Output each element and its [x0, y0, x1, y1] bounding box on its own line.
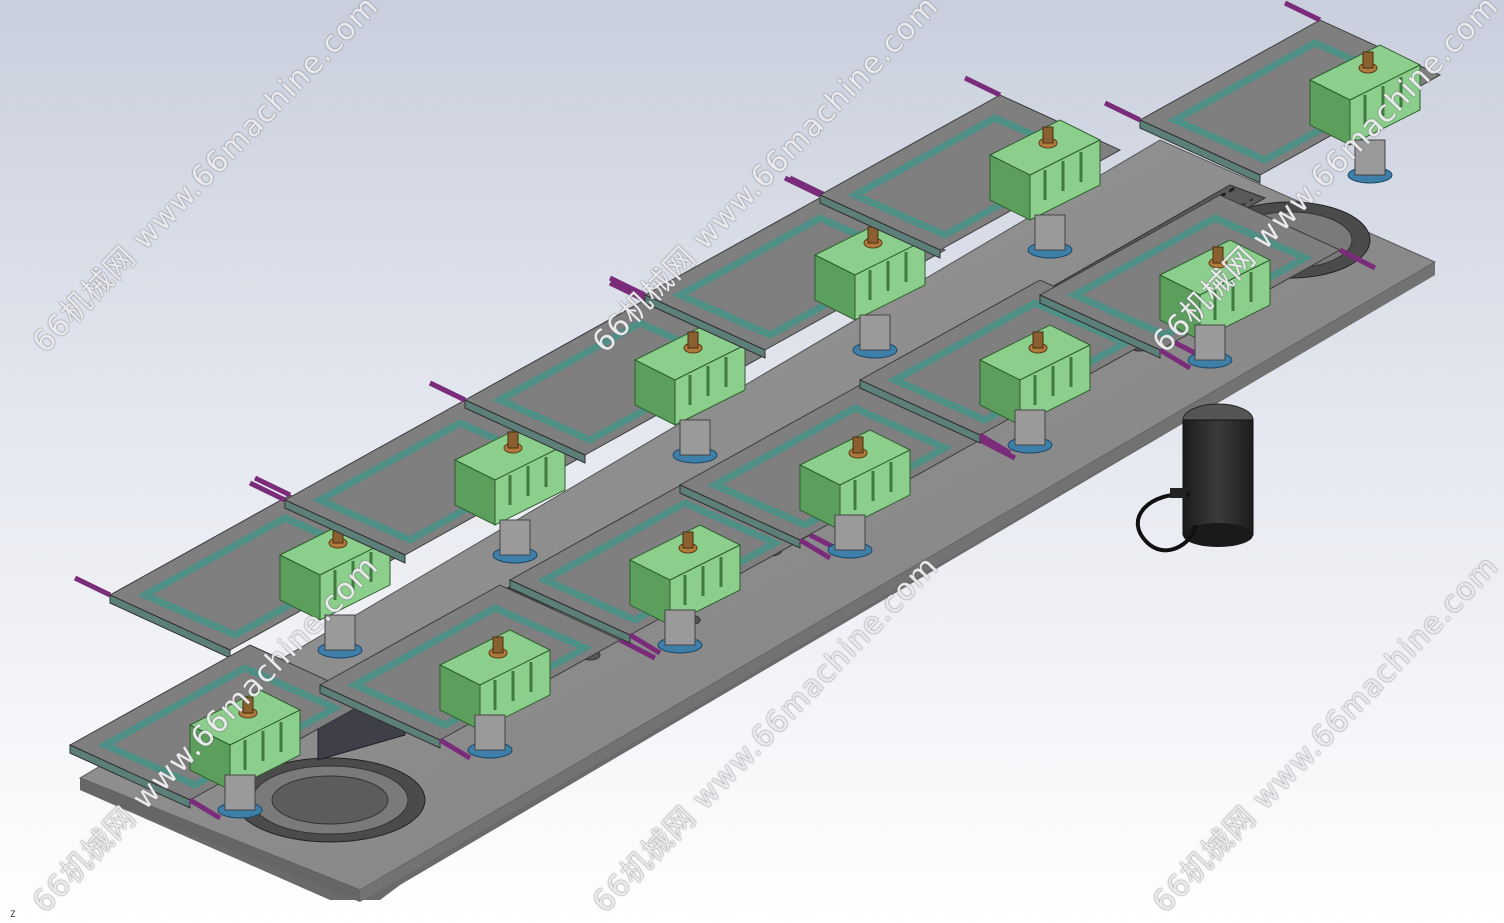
tab-strip [428, 380, 467, 403]
axis-indicator: Z [10, 910, 16, 920]
tab-strip [783, 175, 822, 198]
tab-strip [1103, 100, 1142, 123]
tab-strip [73, 575, 112, 598]
cad-assembly-render [68, 0, 1442, 902]
